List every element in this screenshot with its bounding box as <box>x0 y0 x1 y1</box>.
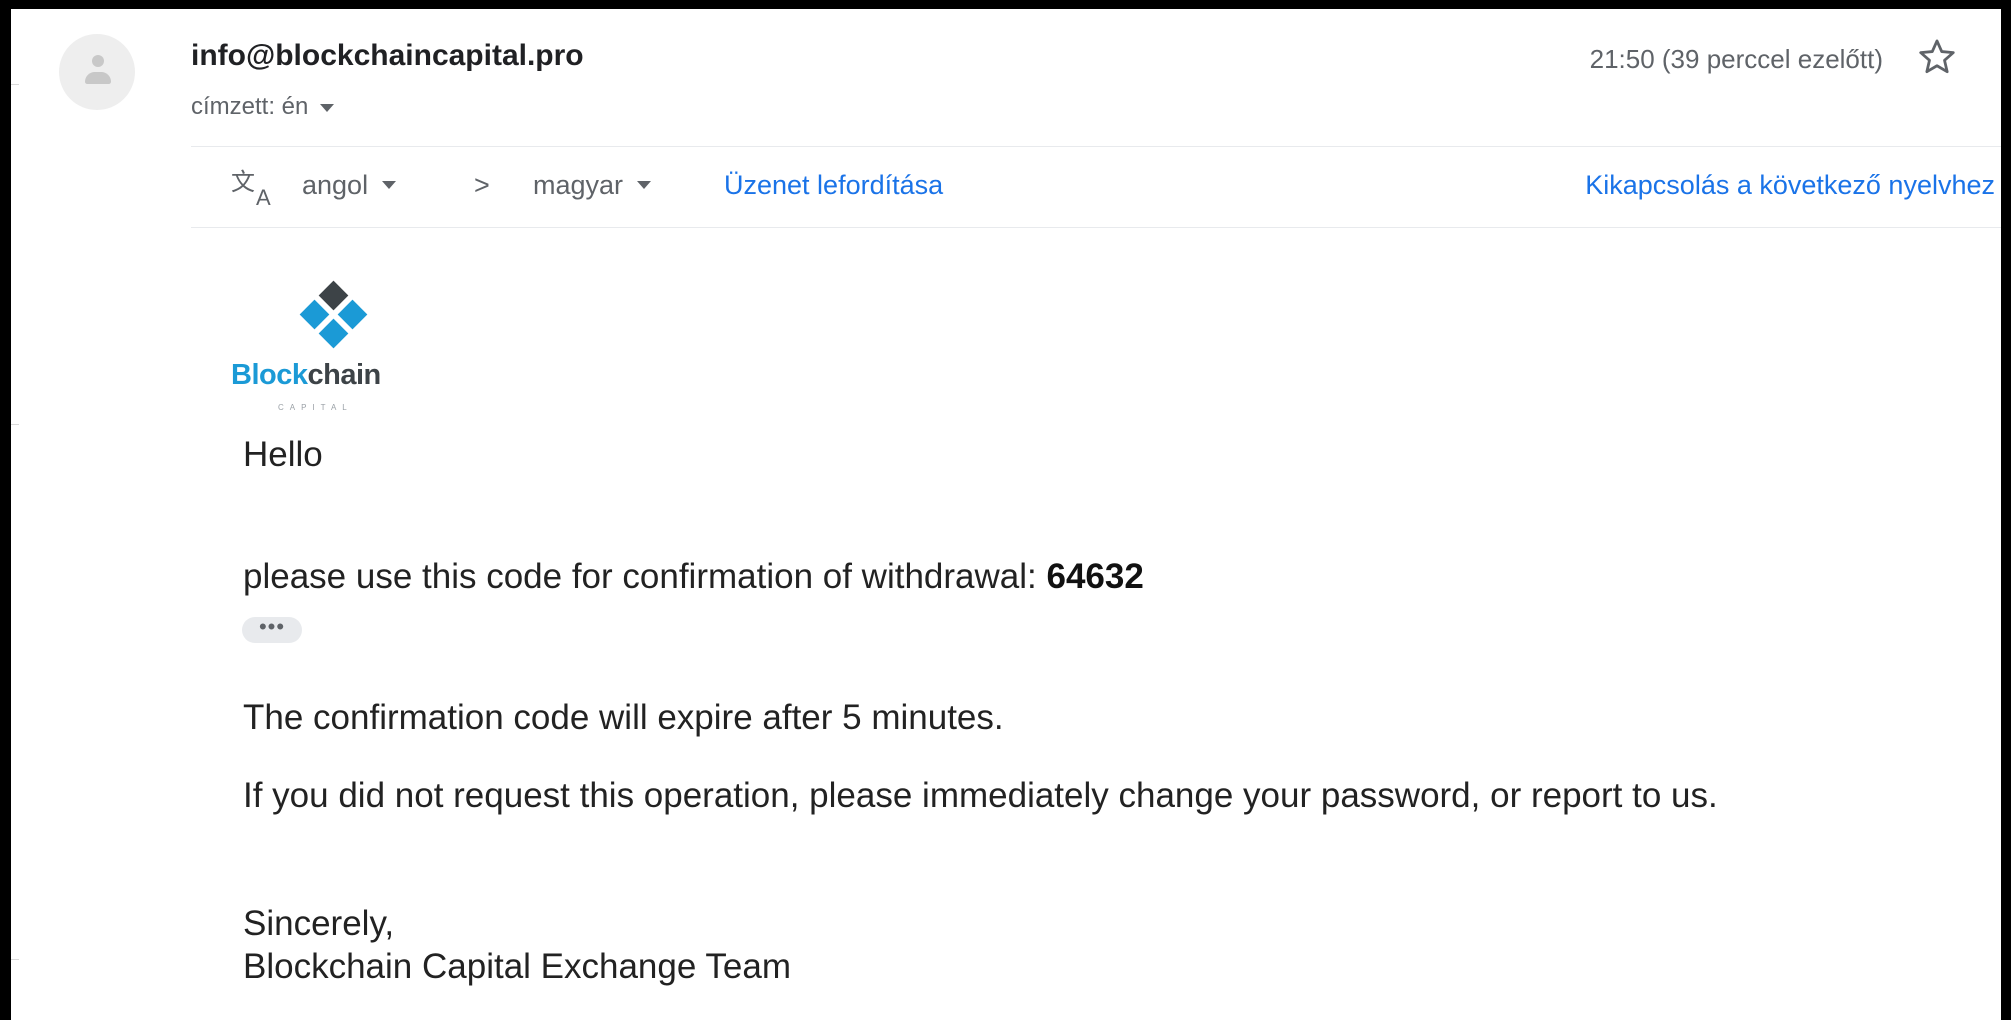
avatar-head <box>92 55 104 67</box>
translate-bar: 文 A angol > magyar Üzenet lefordítása Ki… <box>191 146 2001 228</box>
svg-text:文: 文 <box>231 169 255 196</box>
svg-text:A: A <box>256 185 271 209</box>
email-timestamp: 21:50 (39 perccel ezelőtt) <box>1589 44 1883 74</box>
confirmation-code: 64632 <box>1046 557 1144 596</box>
source-language-label: angol <box>302 170 369 200</box>
warning-text: If you did not request this operation, p… <box>243 776 1718 815</box>
sender-email[interactable]: info@blockchaincapital.pro <box>191 39 584 73</box>
gutter-divider <box>11 959 19 960</box>
sign-off-text: Sincerely, <box>243 904 395 943</box>
expire-text: The confirmation code will expire after … <box>243 698 1004 737</box>
logo-word-block: Block <box>231 359 308 391</box>
target-language-label: magyar <box>533 170 624 200</box>
star-icon[interactable] <box>1916 36 1958 78</box>
chevron-down-icon <box>382 180 397 189</box>
recipient-label: címzett: én <box>191 93 309 120</box>
sender-avatar[interactable] <box>59 34 135 110</box>
gutter-divider <box>11 84 19 85</box>
translate-icon: 文 A <box>231 169 271 209</box>
recipient-details[interactable]: címzett: én <box>191 93 335 121</box>
turn-off-translation-link[interactable]: Kikapcsolás a következő nyelvhez <box>1585 169 1995 201</box>
signature-text: Blockchain Capital Exchange Team <box>243 947 792 986</box>
show-trimmed-content-button[interactable]: ••• <box>242 616 302 643</box>
gutter-divider <box>11 424 19 425</box>
translate-message-link[interactable]: Üzenet lefordítása <box>724 169 943 201</box>
logo-wordmark: Blockchain <box>231 359 381 392</box>
email-view: info@blockchaincapital.pro címzett: én 2… <box>11 9 2001 1020</box>
code-line-prefix: please use this code for confirmation of… <box>243 557 1037 596</box>
target-language-select[interactable]: magyar <box>533 169 652 201</box>
logo-word-chain: chain <box>307 359 381 391</box>
logo-subtitle: CAPITAL <box>278 403 353 412</box>
avatar-shoulders <box>85 72 111 84</box>
chevron-down-icon <box>637 180 652 189</box>
greeting-text: Hello <box>243 435 323 474</box>
source-language-select[interactable]: angol <box>302 169 397 201</box>
code-line: please use this code for confirmation of… <box>243 555 1144 599</box>
recipient-dropdown-icon[interactable] <box>320 103 335 112</box>
language-arrow-icon: > <box>474 170 490 200</box>
